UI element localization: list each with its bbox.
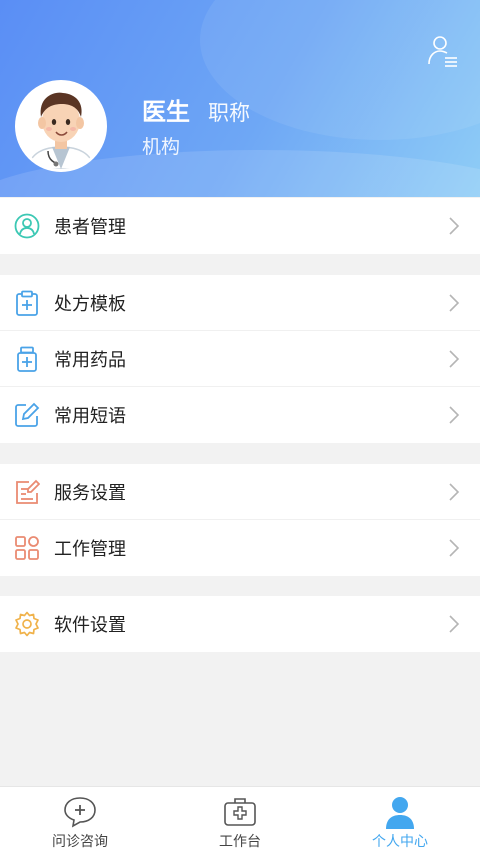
profile-header: 医生 职称 机构 xyxy=(0,0,480,197)
chevron-right-icon xyxy=(449,350,460,368)
tab-label: 个人中心 xyxy=(372,834,428,850)
chat-plus-icon xyxy=(64,797,96,828)
menu-item-label: 患者管理 xyxy=(54,217,126,238)
medicine-bottle-icon xyxy=(17,346,37,372)
chevron-right-icon xyxy=(449,406,460,424)
menu-group-services: 服务设置 工作管理 xyxy=(0,464,480,576)
chevron-right-icon xyxy=(449,539,460,557)
user-settings-icon[interactable] xyxy=(426,34,460,68)
tab-consultation[interactable]: 问诊咨询 xyxy=(0,787,160,853)
menu-item-service-settings[interactable]: 服务设置 xyxy=(0,464,480,520)
bottom-tab-bar: 问诊咨询 工作台 个人中心 xyxy=(0,786,480,853)
tab-workbench[interactable]: 工作台 xyxy=(160,787,320,853)
doctor-title: 职称 xyxy=(208,101,250,125)
menu-item-label: 服务设置 xyxy=(54,482,126,504)
doctor-avatar-icon xyxy=(18,83,104,169)
tab-label: 工作台 xyxy=(219,834,261,850)
avatar[interactable] xyxy=(15,80,107,172)
menu-item-label: 处方模板 xyxy=(54,293,126,315)
menu-item-label: 常用短语 xyxy=(54,406,126,427)
person-icon xyxy=(386,797,414,829)
menu-item-label: 工作管理 xyxy=(54,539,126,560)
doctor-organization: 机构 xyxy=(142,136,181,158)
chevron-right-icon xyxy=(449,615,460,633)
menu-item-label: 常用药品 xyxy=(54,349,126,371)
menu-item-prescription-templates[interactable]: 处方模板 xyxy=(0,275,480,331)
menu-item-label: 软件设置 xyxy=(54,615,126,636)
chevron-right-icon xyxy=(449,483,460,501)
gear-icon xyxy=(15,611,39,637)
grid-icon xyxy=(15,536,39,560)
menu-item-software-settings[interactable]: 软件设置 xyxy=(0,596,480,652)
menu-item-patient-management[interactable]: 患者管理 xyxy=(0,198,480,254)
clipboard-plus-icon xyxy=(16,290,38,316)
menu-group-patients: 患者管理 xyxy=(0,198,480,254)
chevron-right-icon xyxy=(449,294,460,312)
edit-icon xyxy=(15,402,40,427)
patient-icon xyxy=(14,213,40,239)
tab-label: 问诊咨询 xyxy=(52,834,108,850)
tab-personal-center[interactable]: 个人中心 xyxy=(320,787,480,853)
medical-kit-icon xyxy=(224,798,256,826)
menu-item-work-management[interactable]: 工作管理 xyxy=(0,520,480,576)
menu-group-prescriptions: 处方模板 常用药品 常用短语 xyxy=(0,275,480,443)
menu-item-common-medicines[interactable]: 常用药品 xyxy=(0,331,480,387)
doctor-name: 医生 xyxy=(142,98,190,126)
chevron-right-icon xyxy=(449,217,460,235)
doctor-name-row: 医生 职称 xyxy=(142,92,250,127)
service-form-icon xyxy=(16,479,40,504)
menu-item-common-phrases[interactable]: 常用短语 xyxy=(0,387,480,443)
menu-group-software: 软件设置 xyxy=(0,596,480,652)
